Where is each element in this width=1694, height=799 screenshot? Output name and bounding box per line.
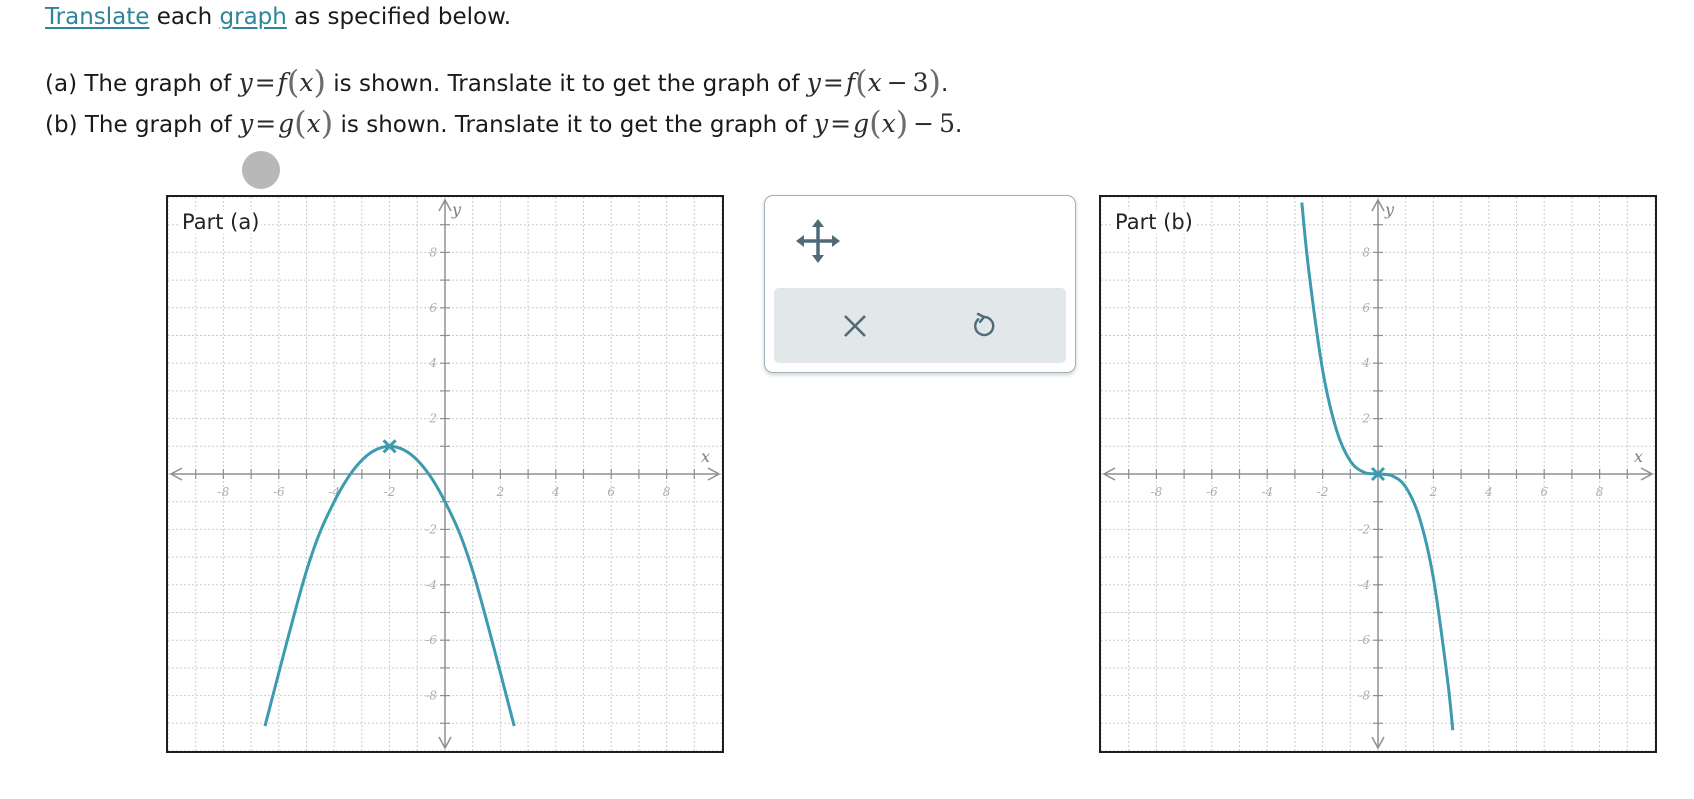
y-tick-label: 6 [429, 301, 437, 315]
x-tick-label: 6 [1540, 485, 1548, 499]
y-tick-label: 4 [1361, 356, 1370, 370]
y-tick-label: 4 [428, 356, 437, 370]
y-tick-label: 2 [428, 412, 437, 426]
x-tick-label: 4 [1484, 485, 1493, 499]
instruction-end: as specified below. [286, 4, 512, 30]
y-tick-label: 6 [1362, 301, 1370, 315]
graph-toolbox [764, 195, 1076, 373]
graph-part-b-label: Part (b) [1113, 210, 1195, 234]
instruction-text: Translate each graph as specified below. [45, 2, 511, 32]
question-a-given-function: y=f(x) [238, 63, 326, 101]
x-tick-label: 4 [551, 485, 560, 499]
x-tick-label: 6 [607, 485, 615, 499]
y-tick-label: -6 [425, 633, 437, 647]
x-tick-label: -6 [273, 485, 285, 499]
question-a-target-function: y=f(x −3) [806, 63, 942, 101]
question-a-middle: is shown. Translate it to get the graph … [325, 71, 807, 97]
y-axis-label: y [451, 200, 462, 219]
y-tick-label: 8 [1362, 245, 1370, 259]
x-tick-label: -6 [1206, 485, 1218, 499]
graph-part-a[interactable]: -8 -6 -4 -2 2 4 6 8 8 6 4 2 -2 -4 -6 -8 x y Part (a) [166, 195, 724, 753]
close-icon [844, 315, 866, 337]
x-tick-label: -2 [1317, 485, 1329, 499]
y-tick-label: -2 [1358, 522, 1370, 536]
move-tool-button[interactable] [793, 216, 843, 266]
question-b-end: . [955, 112, 963, 138]
x-tick-label: 8 [1596, 485, 1604, 499]
undo-button[interactable] [958, 300, 1010, 352]
question-a-end: . [941, 71, 949, 97]
y-axis-label: y [1384, 200, 1395, 219]
x-axis-label: x [701, 447, 710, 466]
graph-link[interactable]: graph [220, 4, 287, 30]
x-tick-label: -8 [218, 485, 230, 499]
graph-part-a-canvas[interactable]: -8 -6 -4 -2 2 4 6 88642-2-4-6-8xy [168, 197, 722, 751]
translate-link[interactable]: Translate [45, 4, 149, 30]
x-tick-label: 2 [496, 485, 505, 499]
x-axis-label: x [1634, 447, 1643, 466]
y-tick-label: -8 [1358, 689, 1370, 703]
graph-part-a-label: Part (a) [180, 210, 262, 234]
y-tick-label: -4 [425, 578, 437, 592]
question-b-middle: is shown. Translate it to get the graph … [333, 112, 814, 138]
graph-part-b[interactable]: -8 -6 -4 -2 2 4 6 8 8 6 4 2 -2 -4 -6 -8 x y Part (b) [1099, 195, 1657, 753]
y-tick-label: 8 [429, 245, 437, 259]
question-b-given-function: y=g(x) [239, 104, 334, 142]
toolbox-actions [774, 288, 1066, 363]
y-tick-label: 2 [1361, 412, 1370, 426]
question-a: (a) The graph of y=f(x) is shown. Transl… [45, 64, 948, 100]
clear-button[interactable] [829, 300, 881, 352]
question-b: (b) The graph of y=g(x) is shown. Transl… [45, 105, 962, 141]
y-tick-label: -6 [1358, 633, 1370, 647]
x-tick-label: 2 [1429, 485, 1438, 499]
x-tick-label: -8 [1151, 485, 1163, 499]
x-tick-label: -4 [1261, 485, 1273, 499]
instruction-middle: each [149, 4, 220, 30]
move-arrows-icon [796, 219, 840, 263]
y-tick-label: -8 [425, 689, 437, 703]
undo-icon [974, 312, 995, 337]
x-tick-label: -2 [384, 485, 396, 499]
x-tick-label: 8 [663, 485, 671, 499]
question-b-target-function: y=g(x) −5 [814, 104, 956, 142]
question-a-prefix: (a) The graph of [45, 71, 239, 97]
status-indicator-dot [242, 151, 280, 189]
graph-part-b-canvas[interactable]: -8 -6 -4 -2 2 4 6 8 8 6 4 2 -2 -4 -6 -8 x y [1101, 197, 1655, 751]
question-b-prefix: (b) The graph of [45, 112, 240, 138]
y-tick-label: -4 [1358, 578, 1370, 592]
y-tick-label: -2 [425, 522, 437, 536]
